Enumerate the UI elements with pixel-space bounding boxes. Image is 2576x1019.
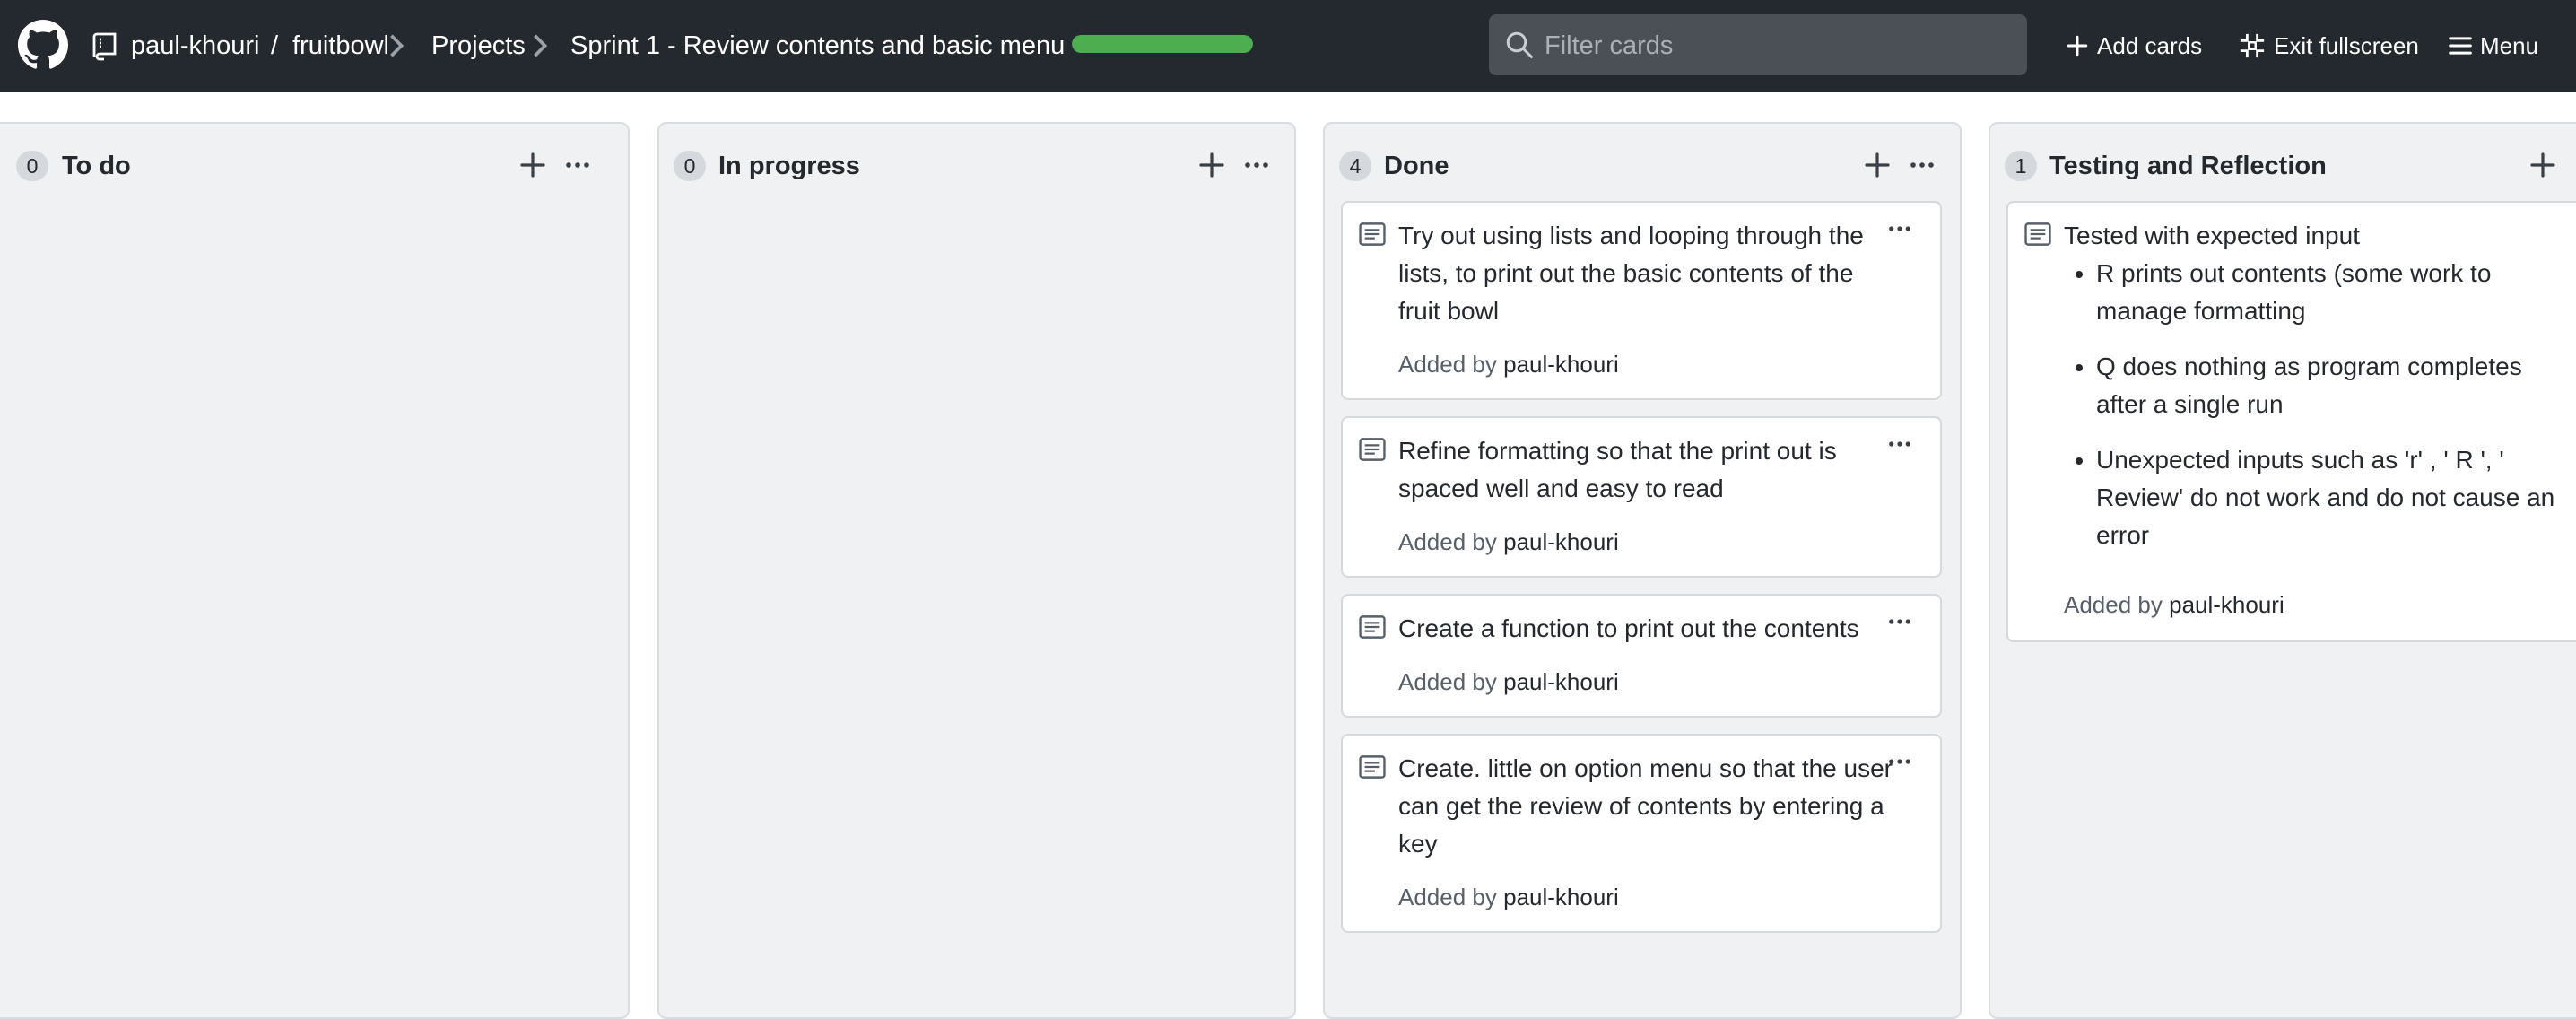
card-note-text: Create a function to print out the conte… <box>1398 614 1859 642</box>
plus-icon <box>2067 35 2088 57</box>
card-added-by: Added by paul-khouri <box>1398 664 1619 700</box>
filter-cards-box[interactable] <box>1489 14 2027 77</box>
card-author-link[interactable]: paul-khouri <box>1503 668 1619 695</box>
search-icon <box>1506 31 1533 58</box>
progress-bar-fill <box>1072 35 1253 53</box>
column-header: 0 To do <box>0 144 628 188</box>
card-bullet-list: R prints out contents (some work to mana… <box>2064 255 2563 572</box>
column-title: Testing and Reflection <box>2049 152 2327 180</box>
added-by-label: Added by <box>1398 528 1497 555</box>
column-card-count: 0 <box>16 151 48 181</box>
column-testing-and-reflection: 1 Testing and Reflection Tested with exp… <box>1989 122 2576 1019</box>
chevron-right-icon <box>390 34 405 57</box>
column-more-options-icon[interactable] <box>1908 152 1936 178</box>
add-card-plus-icon[interactable] <box>518 151 547 179</box>
project-card[interactable]: Create. little on option menu so that th… <box>1341 734 1942 933</box>
card-note-text: Refine formatting so that the print out … <box>1398 437 1837 502</box>
card-more-options-icon[interactable] <box>1886 217 1913 240</box>
column-more-options-icon[interactable] <box>1242 152 1271 178</box>
add-cards-label: Add cards <box>2097 31 2203 59</box>
card-note-text: Try out using lists and looping through … <box>1398 222 1864 325</box>
column-header: 1 Testing and Reflection <box>1990 144 2576 188</box>
card-bullet-item: Unexpected inputs such as 'r' , ' R ', '… <box>2096 441 2563 554</box>
breadcrumb-separator: / <box>271 31 279 60</box>
project-progress-bar <box>1072 35 1253 53</box>
add-cards-button[interactable]: Add cards <box>2066 27 2202 65</box>
added-by-label: Added by <box>2064 591 2163 618</box>
card-note-text: Tested with expected input <box>2064 222 2360 249</box>
column-to-do: 0 To do <box>0 122 630 1019</box>
column-header: 0 In progress <box>659 144 1294 188</box>
card-added-by: Added by paul-khouri <box>1398 879 1619 915</box>
filter-cards-input[interactable] <box>1543 14 2013 77</box>
github-logo-icon[interactable] <box>18 20 68 70</box>
added-by-label: Added by <box>1398 884 1497 910</box>
project-card[interactable]: Refine formatting so that the print out … <box>1341 416 1942 578</box>
card-added-by: Added by paul-khouri <box>2064 587 2284 623</box>
menu-label: Menu <box>2480 31 2539 59</box>
column-card-count: 4 <box>1339 151 1371 181</box>
project-card[interactable]: Create a function to print out the conte… <box>1341 594 1942 718</box>
column-header: 4 Done <box>1325 144 1960 188</box>
card-bullet-item: R prints out contents (some work to mana… <box>2096 255 2563 330</box>
exit-fullscreen-button[interactable]: Exit fullscreen <box>2239 27 2419 65</box>
card-author-link[interactable]: paul-khouri <box>1503 528 1619 555</box>
add-card-plus-icon[interactable] <box>1197 151 1226 179</box>
note-icon <box>1359 615 1386 639</box>
breadcrumb-owner[interactable]: paul-khouri <box>131 27 259 65</box>
breadcrumb-projects[interactable]: Projects <box>431 27 526 65</box>
breadcrumb-repo[interactable]: fruitbowl <box>292 27 389 65</box>
column-title: In progress <box>718 152 860 180</box>
card-author-link[interactable]: paul-khouri <box>1503 884 1619 910</box>
card-bullet-item: Q does nothing as program completes afte… <box>2096 348 2563 423</box>
exit-fullscreen-icon <box>2240 33 2265 58</box>
add-card-plus-icon[interactable] <box>2528 151 2557 179</box>
card-author-link[interactable]: paul-khouri <box>1503 351 1619 378</box>
note-icon <box>1359 755 1386 779</box>
column-in-progress: 0 In progress <box>657 122 1296 1019</box>
chevron-right-icon <box>534 34 548 57</box>
project-header: paul-khouri / fruitbowl Projects Sprint … <box>0 0 2576 92</box>
card-added-by: Added by paul-khouri <box>1398 524 1619 560</box>
card-more-options-icon[interactable] <box>1886 610 1913 633</box>
card-added-by: Added by paul-khouri <box>1398 346 1619 382</box>
card-more-options-icon[interactable] <box>1886 750 1913 773</box>
column-card-count: 1 <box>2005 151 2037 181</box>
breadcrumb-project-name[interactable]: Sprint 1 - Review contents and basic men… <box>570 27 1065 65</box>
note-icon <box>1359 222 1386 246</box>
column-title: Done <box>1384 152 1449 180</box>
project-card[interactable]: Tested with expected input R prints out … <box>2006 201 2576 642</box>
column-more-options-icon[interactable] <box>563 152 592 178</box>
note-icon <box>2024 222 2051 246</box>
added-by-label: Added by <box>1398 668 1497 695</box>
add-card-plus-icon[interactable] <box>1863 151 1892 179</box>
menu-button[interactable]: Menu <box>2449 27 2538 65</box>
card-note-text: Create. little on option menu so that th… <box>1398 754 1893 858</box>
added-by-label: Added by <box>1398 351 1497 378</box>
note-icon <box>1359 438 1386 461</box>
column-title: To do <box>62 152 131 180</box>
hamburger-menu-icon <box>2449 37 2472 55</box>
repo-icon <box>92 32 117 61</box>
column-card-count: 0 <box>674 151 706 181</box>
exit-fullscreen-label: Exit fullscreen <box>2274 31 2419 59</box>
column-done: 4 Done Try out using lists and looping t… <box>1323 122 1962 1019</box>
project-card[interactable]: Try out using lists and looping through … <box>1341 201 1942 400</box>
card-author-link[interactable]: paul-khouri <box>2169 591 2284 618</box>
card-more-options-icon[interactable] <box>1886 432 1913 456</box>
